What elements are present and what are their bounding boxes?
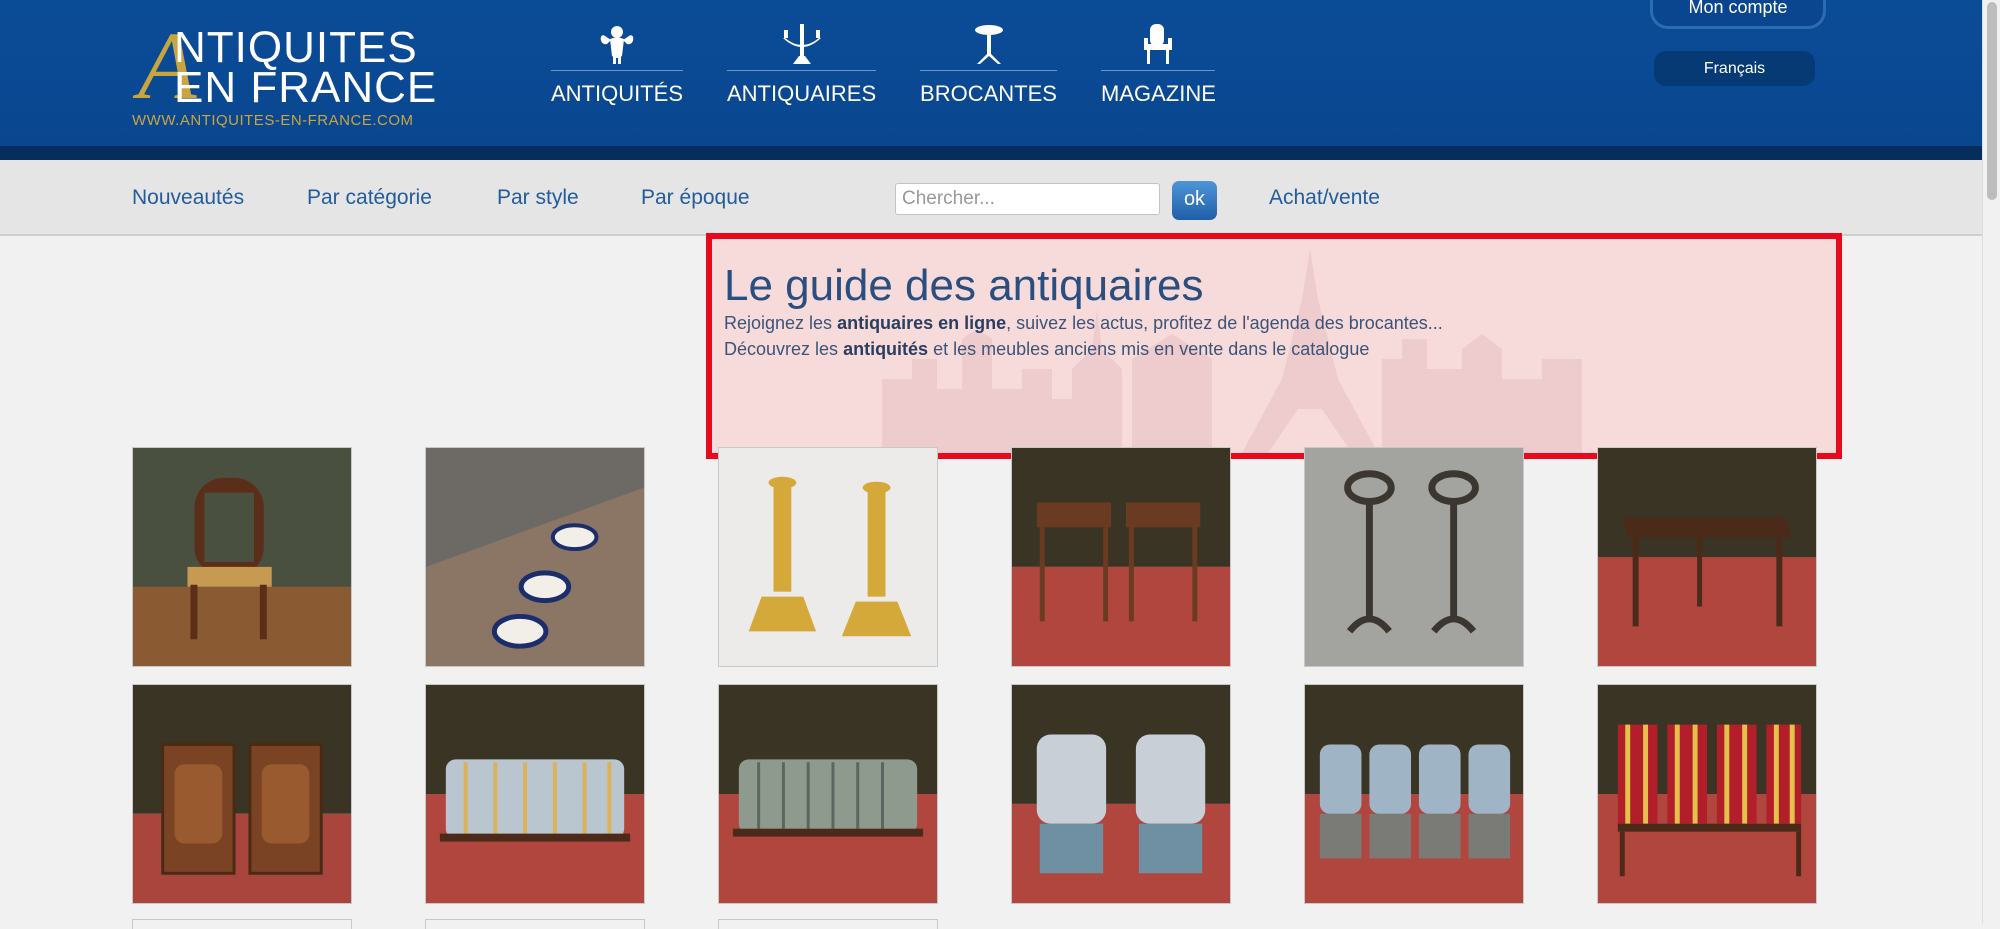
secondary-nav: Nouveautés Par catégorie Par style Par é… <box>0 160 1982 236</box>
link-antiquites[interactable]: antiquités <box>843 339 928 359</box>
candelabra-icon <box>782 24 821 64</box>
porcelain-photo <box>426 448 644 666</box>
nav-antiquites[interactable]: ANTIQUITÉS <box>551 22 683 122</box>
product-thumbnail[interactable] <box>425 919 645 929</box>
product-thumbnail[interactable] <box>132 919 352 929</box>
link-nouveautes[interactable]: Nouveautés <box>132 186 244 210</box>
nav-divider <box>920 70 1057 71</box>
search-ok-button[interactable]: ok <box>1172 181 1217 220</box>
pedestal-table-icon <box>974 25 1003 64</box>
product-thumbnail[interactable] <box>132 447 352 667</box>
nav-label: MAGAZINE <box>1101 81 1216 106</box>
desk-photo <box>1598 448 1816 666</box>
product-thumbnail[interactable] <box>132 684 352 904</box>
link-par-categorie[interactable]: Par catégorie <box>307 186 432 210</box>
hero-title: Le guide des antiquaires <box>724 261 1204 310</box>
site-logo[interactable]: A NTIQUITES EN FRANCE WWW.ANTIQUITES-EN-… <box>130 18 450 136</box>
product-thumbnail[interactable] <box>1304 447 1524 667</box>
product-thumbnail[interactable] <box>1304 684 1524 904</box>
cherub-icon <box>600 26 634 64</box>
nav-label: ANTIQUITÉS <box>551 81 684 106</box>
nav-label: BROCANTES <box>920 81 1057 106</box>
product-thumbnail[interactable] <box>718 684 938 904</box>
armchair-icon <box>1144 24 1172 64</box>
link-antiquaires-en-ligne[interactable]: antiquaires en ligne <box>837 313 1006 333</box>
logo-line-2: EN FRANCE <box>174 63 438 112</box>
nav-divider <box>1101 70 1215 71</box>
nav-label: ANTIQUAIRES <box>727 81 877 106</box>
product-thumbnail[interactable] <box>1011 684 1231 904</box>
link-par-epoque[interactable]: Par époque <box>641 186 750 210</box>
product-thumbnail[interactable] <box>1597 447 1817 667</box>
scrollbar-thumb[interactable] <box>1987 2 1997 200</box>
site-header: A NTIQUITES EN FRANCE WWW.ANTIQUITES-EN-… <box>0 0 1982 146</box>
striped-chairs-photo <box>1598 685 1816 903</box>
link-par-style[interactable]: Par style <box>497 186 579 210</box>
hero-line-1-text: Rejoignez les <box>724 313 838 333</box>
product-thumbnail[interactable] <box>1011 447 1231 667</box>
nav-divider <box>727 70 876 71</box>
chair-photo <box>133 448 351 666</box>
hero-line-1-text: , suivez les actus, profitez de l'agenda… <box>1006 313 1443 333</box>
hero-line-2-text: Découvrez les <box>724 339 844 359</box>
product-thumbnail[interactable] <box>718 447 938 667</box>
armchairs-photo <box>1012 685 1230 903</box>
andirons-photo <box>1305 448 1523 666</box>
logo-url: WWW.ANTIQUITES-EN-FRANCE.COM <box>132 112 414 129</box>
product-thumbnail[interactable] <box>425 447 645 667</box>
product-thumbnail[interactable] <box>1597 684 1817 904</box>
nav-antiquaires[interactable]: ANTIQUAIRES <box>727 22 876 122</box>
nav-divider <box>551 70 683 71</box>
product-thumbnail[interactable] <box>425 684 645 904</box>
sofa-photo <box>426 685 644 903</box>
nav-magazine[interactable]: MAGAZINE <box>1101 22 1216 122</box>
language-selector[interactable]: Français <box>1654 51 1815 86</box>
cabinets-photo <box>133 685 351 903</box>
product-thumbnail[interactable] <box>718 919 938 929</box>
link-achat-vente[interactable]: Achat/vente <box>1269 186 1380 210</box>
header-stripe <box>0 146 1982 160</box>
hero-banner: Le guide des antiquaires Rejoignez les a… <box>706 233 1842 459</box>
side-tables-photo <box>1012 448 1230 666</box>
hero-line-1: Rejoignez les antiquaires en ligne, suiv… <box>724 312 1443 334</box>
settee-photo <box>719 685 937 903</box>
page-scrollbar[interactable] <box>1982 0 2000 923</box>
nav-brocantes[interactable]: BROCANTES <box>920 22 1057 122</box>
hero-line-2: Découvrez les antiquités et les meubles … <box>724 338 1369 360</box>
account-button[interactable]: Mon compte <box>1650 0 1826 29</box>
armchair-set-photo <box>1305 685 1523 903</box>
search-input[interactable] <box>895 183 1160 215</box>
candlesticks-photo <box>719 448 937 666</box>
hero-line-2-text: et les meubles anciens mis en vente dans… <box>928 339 1370 359</box>
